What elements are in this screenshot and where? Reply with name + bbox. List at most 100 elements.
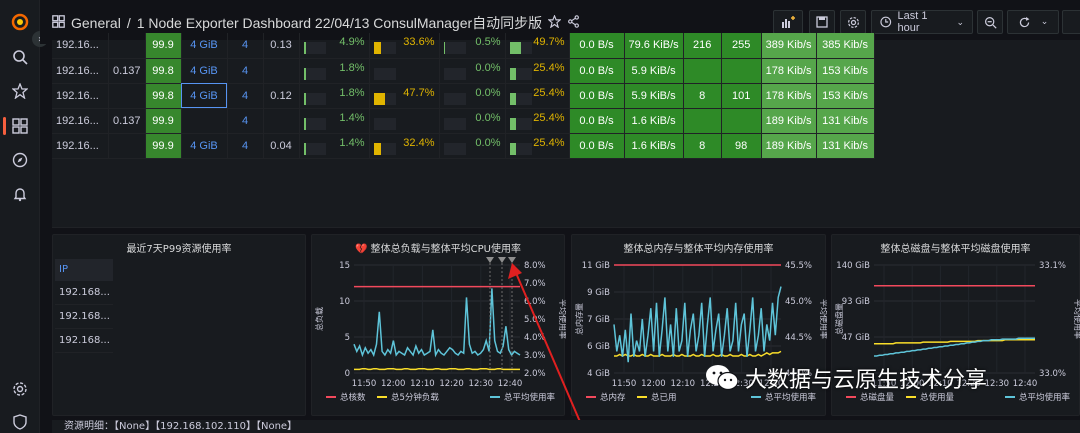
y-tick-label: 10 [339,297,350,307]
node-table: 192.16... 99.9 4 GiB 4 0.13 4.9% 33.6% 0.5% 49.7… [52,33,875,159]
table-row[interactable]: 192.16... 0.137 99.8 4 GiB 4 1.8% 0.0% 25.4% 0.0… [52,58,875,84]
cpu-usage-cell: 1.4% [299,133,370,159]
star-dashboard-icon[interactable] [547,14,562,31]
cpu-usage-cell: 4.9% [299,33,370,59]
legend-label: 总内存 [600,392,626,403]
net-in-cell-text: 0.0 B/s [579,139,614,152]
load5-cell-text: 0.04 [270,139,292,152]
table-row[interactable]: 192.16... 99.9 4 GiB 4 0.13 4.9% 33.6% 0.5% 49.7… [52,33,875,59]
grafana-logo-icon[interactable] [10,12,30,32]
conn-cell-text: 101 [731,89,751,102]
panel-title: 💔 整体总负载与整体平均CPU使用率 [312,240,564,255]
disk-usage2-cell-text: 25.4% [533,86,565,99]
net-in-cell-text: 0.0 B/s [579,64,614,77]
settings-gear-icon[interactable] [10,379,30,399]
table-row[interactable]: 192.16... 99.9 4 GiB 4 0.04 1.4% 32.4% 0.0% 25.4… [52,133,875,159]
series-line [874,339,1035,345]
breadcrumb-folder-link[interactable]: General [71,15,121,31]
memory-usage-cell: 33.6% [369,33,440,59]
net-out-cell: 1.6 KiB/s [624,108,684,134]
p99-resource-panel: 最近7天P99资源使用率 IP 192.168... 192.168... 19… [52,234,306,416]
y-tick-label: 5 [345,333,350,343]
net-in-cell: 0.0 B/s [569,108,625,134]
gauge-bar [373,67,396,80]
tcp-cell: 8 [683,83,722,109]
y2-tick-label: 45.5% [785,261,812,271]
tcp-cell [683,108,722,134]
tx-cell-text: 153 Kib/s [822,89,868,102]
gauge-bar [373,117,396,130]
y-tick-label: 0 [345,369,350,379]
sidebar [0,0,40,433]
ip-cell-text: 192.16... [56,114,99,127]
refresh-button[interactable]: ⌄ [1007,10,1059,34]
conn-cell [721,58,762,84]
gauge-bar [303,42,326,55]
disk-usage2-cell-text: 49.7% [533,36,565,49]
panel-title: 整体总磁盘与整体平均磁盘使用率 [880,244,1031,255]
p99-cell: 99.8 [145,58,182,84]
dashboard-title[interactable]: 1 Node Exporter Dashboard 22/04/13 Consu… [137,13,542,33]
add-panel-button[interactable] [773,10,803,34]
gauge-bar [303,92,326,105]
time-range-label: Last 1 hour [897,10,928,34]
ip-column-header[interactable]: IP [55,259,113,281]
ip-cell-text: 192.16... [56,39,99,52]
gauge-bar [509,42,532,55]
cpu-count-cell-text: 4 [241,39,249,52]
gauge-bar [509,142,532,155]
save-dashboard-button[interactable] [809,10,835,34]
annotation-arrow [508,263,585,432]
p99-cell: 99.9 [145,133,182,159]
dashboards-icon[interactable] [10,116,30,136]
load5-cell [263,108,300,134]
p99-cell-text: 99.9 [152,39,174,52]
dashboard-settings-button[interactable] [840,10,866,34]
memory-cell-text: 4 GiB [190,39,218,52]
gauge-bar [443,117,466,130]
memory-cell: 4 GiB [181,58,228,84]
tv-mode-button[interactable] [1062,10,1080,34]
rx-cell-text: 189 Kib/s [765,139,812,152]
ip-cell: 192.16... [52,133,109,159]
gauge-bar [509,67,532,80]
disk-usage-cell-text: 0.0% [475,86,501,99]
disk-usage2-cell-text: 25.4% [533,111,565,124]
share-icon[interactable] [567,15,580,31]
ip-cell: 192.16... [52,58,109,84]
table-row[interactable]: 192.16... 0.137 99.9 4 1.4% 0.0% 25.4% 0.0 B/s 1… [52,108,875,134]
net-in-cell: 0.0 B/s [569,133,625,159]
cpu-usage-cell-text: 1.8% [339,86,365,99]
table-row[interactable]: 192.16... 99.8 4 GiB 4 0.12 1.8% 47.7% 0.0% 25.4… [52,83,875,109]
disk-usage2-cell: 25.4% [505,108,570,134]
ip-row[interactable]: 192.168... [55,281,113,305]
annotation-marker[interactable] [486,257,494,263]
disk-usage-cell-text: 0.5% [475,36,501,49]
shield-icon[interactable] [10,412,30,432]
tx-cell-text: 385 Kib/s [822,39,868,52]
panel-title: 最近7天P99资源使用率 [126,244,232,255]
time-range-picker[interactable]: Last 1 hour ⌄ [871,10,973,34]
p99-cell: 99.9 [145,33,182,59]
zoom-out-button[interactable] [977,10,1003,34]
star-icon[interactable] [10,81,30,101]
memory-usage-cell-text: 33.6% [403,36,435,49]
search-icon[interactable] [10,47,30,67]
annotation-marker[interactable] [498,257,506,263]
rx-cell-text: 178 Kib/s [765,89,812,102]
y-axis-label: 总负载 [314,307,324,331]
ip-row[interactable]: 192.168... [55,305,113,329]
alerting-bell-icon[interactable] [10,184,30,204]
tx-cell: 131 Kib/s [816,133,875,159]
x-tick-label: 12:40 [1013,379,1038,389]
node-table-panel: 192.16... 99.9 4 GiB 4 0.13 4.9% 33.6% 0.5% 49.7… [52,33,1080,228]
net-in-cell: 0.0 B/s [569,58,625,84]
ip-cell-text: 192.16... [56,139,99,152]
x-tick-label: 12:30 [985,379,1010,389]
cpu-count-cell: 4 [227,108,264,134]
ip-row[interactable]: 192.168... [55,329,113,353]
memory-usage-cell-text: 47.7% [403,86,435,99]
net-out-cell-text: 5.9 KiB/s [631,89,676,102]
tx-cell: 153 Kib/s [816,58,875,84]
explore-compass-icon[interactable] [10,150,30,170]
